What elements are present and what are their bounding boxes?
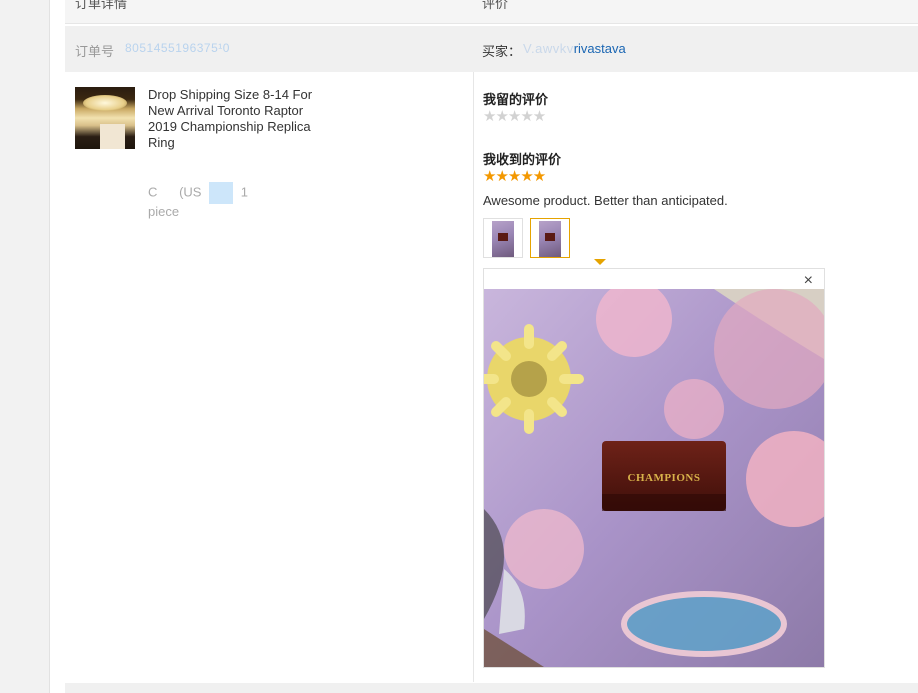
order-number: 8051455196375¹0 [125, 41, 230, 55]
table-header: 订单详情 评价 [65, 0, 918, 24]
product-sku-info: C (US 1 piece [148, 182, 313, 220]
thumb-box-shape [545, 233, 555, 241]
sku-prefix: C [148, 184, 158, 200]
left-gutter [0, 0, 50, 693]
sku-quantity: 1 [240, 184, 248, 200]
product-thumbnail[interactable] [75, 87, 135, 149]
champions-box-graphic: CHAMPIONS [602, 441, 726, 511]
sku-middle: (US [179, 184, 202, 200]
order-info-row: 订单号 8051455196375¹0 买家： V.awvkvrivastava [65, 26, 918, 72]
product-title-link[interactable]: Drop Shipping Size 8-14 For New Arrival … [148, 87, 313, 151]
header-review: 评价 [482, 0, 509, 11]
buyer-name-visible: rivastava [573, 41, 626, 56]
review-photo-large[interactable]: CHAMPIONS [484, 289, 824, 667]
photo-viewer: × CHAMPIONS [483, 268, 825, 668]
header-order-details: 订单详情 [75, 0, 128, 11]
review-photo-thumb-2[interactable] [530, 218, 570, 258]
champions-label: CHAMPIONS [628, 472, 701, 484]
buyer-label: 买家： [482, 44, 522, 59]
photo-thumb-image [539, 221, 561, 257]
photo-thumb-image [492, 221, 514, 257]
thumb-box-shape [498, 233, 508, 241]
buyer-name-obscured: V.awvkv [523, 41, 574, 56]
close-icon[interactable]: × [804, 272, 813, 290]
received-review-title: 我收到的评价 [483, 152, 562, 167]
bottom-bar [65, 683, 918, 693]
thumbnail-redaction [100, 124, 125, 149]
sku-redaction [209, 182, 234, 204]
review-text: Awesome product. Better than anticipated… [483, 193, 728, 208]
active-thumb-caret [594, 259, 606, 265]
order-review-panel: 订单详情 评价 订单号 8051455196375¹0 买家： V.awvkvr… [50, 0, 918, 693]
ring-image [83, 95, 127, 111]
order-number-label: 订单号 [75, 44, 115, 59]
column-divider [473, 72, 474, 682]
review-photo-thumb-1[interactable] [483, 218, 523, 258]
review-photo-svg: CHAMPIONS [484, 289, 824, 667]
sku-unit: piece [148, 204, 180, 219]
my-review-title: 我留的评价 [483, 92, 549, 107]
received-review-stars: ★★★★★ [483, 168, 546, 185]
my-review-stars: ★★★★★ [483, 108, 546, 125]
buyer-name-link[interactable]: V.awvkvrivastava [523, 41, 626, 56]
